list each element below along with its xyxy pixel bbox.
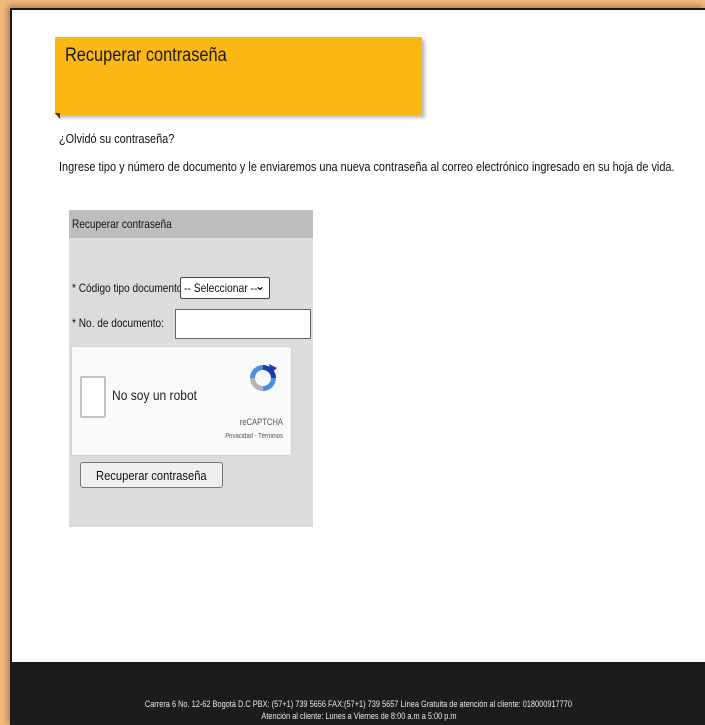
page-title: Recuperar contraseña [65,45,227,66]
footer-hours: Atención al cliente: Lunes a Viernes de … [260,711,457,721]
doc-number-input[interactable] [175,309,311,339]
banner-corner-decoration [55,113,60,119]
doc-number-label: * No. de documento: [72,316,164,330]
recover-password-button-label: Recuperar contraseña [96,467,207,483]
doc-type-label: * Código tipo documento: [72,281,186,295]
recover-password-panel: Recuperar contraseña * Código tipo docum… [69,210,313,527]
chevron-down-icon: ⌄ [254,279,265,293]
footer-line-1-wrap: Carrera 6 No. 12-62 Bogotá D.C PBX: (57+… [12,699,705,709]
recaptcha-logo-icon [250,364,277,391]
recover-password-button[interactable]: Recuperar contraseña [80,462,223,488]
recaptcha-label: No soy un robot [112,387,198,403]
doc-type-select[interactable]: -- Seleccionar -- ⌄ [180,277,270,299]
page-frame: Recuperar contraseña ¿Olvidó su contrase… [10,8,705,725]
doc-type-selected-value: -- Seleccionar -- [184,281,258,295]
instructions-text: Ingrese tipo y número de documento y le … [59,159,675,174]
recaptcha-brand: reCAPTCHA [239,417,283,427]
recaptcha-widget: No soy un robot reCAPTCHA Privacidad - T… [71,346,292,456]
forgot-question: ¿Olvidó su contraseña? [59,131,175,146]
footer: Carrera 6 No. 12-62 Bogotá D.C PBX: (57+… [12,662,705,725]
recaptcha-privacy-links[interactable]: Privacidad - Términos [225,433,283,440]
panel-header: Recuperar contraseña [69,210,313,238]
panel-title: Recuperar contraseña [72,217,172,231]
footer-line-2-wrap: Atención al cliente: Lunes a Viernes de … [12,711,705,721]
title-banner: Recuperar contraseña [55,37,422,119]
footer-contact-info: Carrera 6 No. 12-62 Bogotá D.C PBX: (57+… [144,699,573,709]
recaptcha-checkbox[interactable] [80,376,106,418]
